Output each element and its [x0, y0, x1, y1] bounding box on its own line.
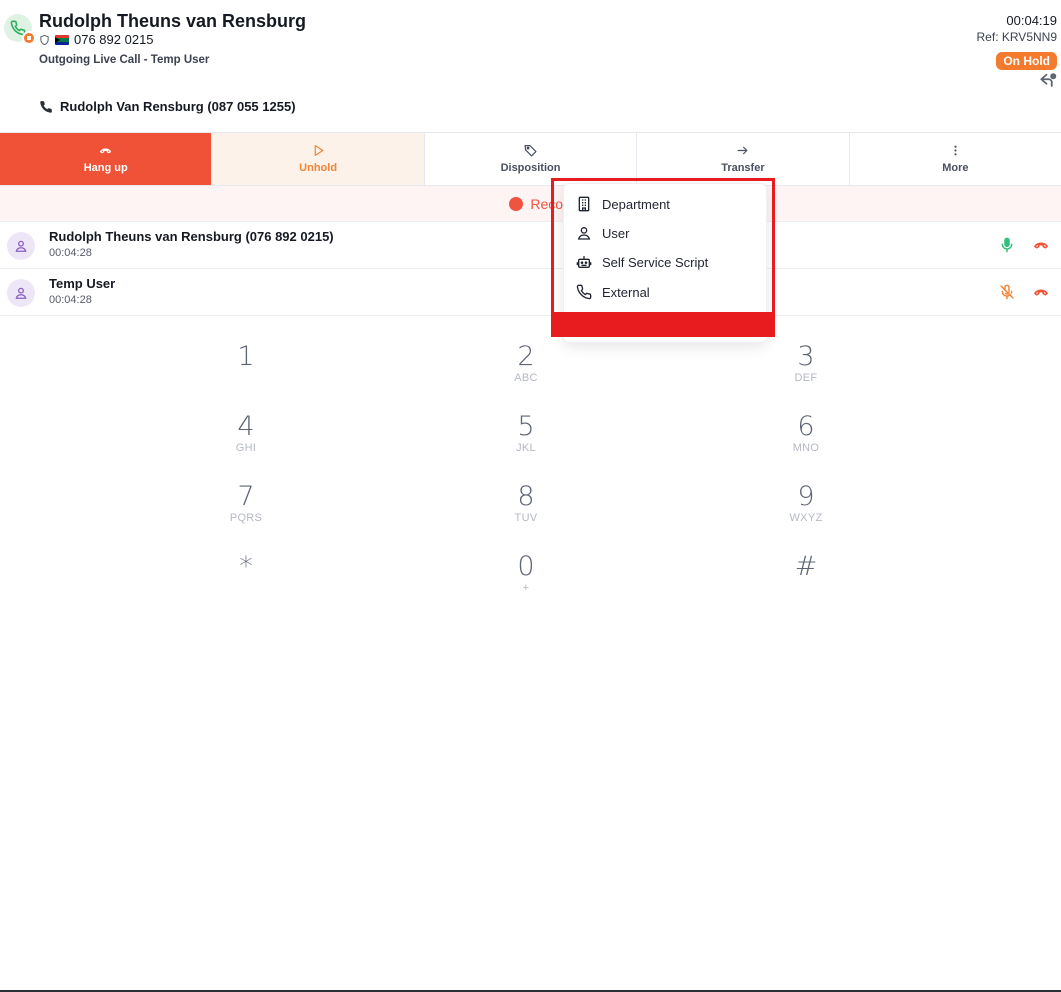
key-digit: #	[794, 551, 818, 582]
key-digit: 5	[517, 411, 535, 442]
key-digit: 0	[517, 551, 535, 582]
participant-row: Temp User 00:04:28	[0, 269, 1061, 316]
contact-line[interactable]: Rudolph Van Rensburg (087 055 1255)	[39, 99, 296, 114]
keypad-key-9[interactable]: 9 WXYZ	[756, 481, 856, 525]
key-digit: 6	[797, 411, 815, 442]
play-icon	[314, 145, 324, 156]
key-letters: WXYZ	[789, 512, 823, 524]
key-letters: MNO	[792, 442, 820, 454]
hang-up-button[interactable]: Hang up	[0, 133, 213, 185]
keypad-key-6[interactable]: 6 MNO	[756, 411, 856, 455]
call-header: Rudolph Theuns van Rensburg 076 892 0215…	[0, 0, 1061, 132]
hangup-icon[interactable]	[1031, 237, 1051, 253]
key-digit: 3	[797, 341, 815, 372]
more-vertical-icon	[954, 145, 957, 156]
keypad-key-3[interactable]: 3 DEF	[756, 341, 856, 385]
phone-icon	[576, 284, 592, 300]
recording-status-bar: Recording is on	[0, 186, 1061, 222]
key-letters: DEF	[794, 372, 818, 384]
user-avatar-icon	[7, 232, 35, 260]
status-badge: On Hold	[996, 52, 1057, 70]
key-digit: 2	[517, 341, 535, 372]
call-timer: 00:04:19	[1006, 13, 1057, 28]
arrow-right-icon	[737, 146, 748, 155]
call-reference: Ref: KRV5NN9	[976, 30, 1057, 44]
transfer-label: Transfer	[721, 162, 765, 174]
key-letters: ABC	[514, 372, 538, 384]
caller-number-row: 076 892 0215	[39, 32, 154, 47]
keypad-key-1[interactable]: 1	[196, 342, 296, 372]
key-digit: 8	[517, 481, 535, 512]
key-digit: 4	[237, 411, 255, 442]
user-icon	[577, 227, 591, 240]
microphone-off-icon[interactable]	[999, 284, 1015, 300]
robot-icon	[576, 256, 592, 268]
call-subtitle: Outgoing Live Call - Temp User	[39, 54, 210, 66]
menu-item-external[interactable]: External	[576, 284, 650, 300]
caller-name: Rudolph Theuns van Rensburg	[39, 11, 307, 31]
hold-indicator-icon	[22, 31, 36, 45]
participant-name: Temp User	[49, 276, 116, 291]
key-letters: TUV	[514, 512, 538, 524]
key-letters: JKL	[516, 442, 536, 454]
tag-icon	[524, 145, 537, 157]
menu-item-user[interactable]: User	[576, 225, 629, 241]
key-digit: *	[239, 551, 253, 582]
caller-number: 076 892 0215	[74, 32, 154, 47]
disposition-label: Disposition	[500, 162, 561, 174]
unhold-label: Unhold	[299, 162, 338, 174]
keypad-key-0[interactable]: 0 +	[476, 551, 576, 595]
keypad-key-7[interactable]: 7 PQRS	[196, 481, 296, 525]
keypad-key-2[interactable]: 2 ABC	[476, 341, 576, 385]
hangup-icon	[99, 148, 112, 154]
keypad-key-8[interactable]: 8 TUV	[476, 481, 576, 525]
user-avatar-icon	[7, 279, 35, 307]
shield-icon	[39, 34, 50, 46]
key-digit: 9	[797, 481, 815, 512]
menu-item-self-service-script[interactable]: Self Service Script	[576, 254, 708, 270]
keypad-key-5[interactable]: 5 JKL	[476, 411, 576, 455]
building-icon	[578, 196, 590, 212]
key-digit: 7	[237, 481, 255, 512]
south-africa-flag-icon	[55, 34, 69, 45]
call-status-avatar	[4, 14, 36, 45]
participant-row: Rudolph Theuns van Rensburg (076 892 021…	[0, 222, 1061, 269]
menu-item-label: Self Service Script	[602, 254, 709, 270]
keypad-key-star[interactable]: *	[196, 552, 296, 582]
key-letters: GHI	[235, 442, 257, 454]
hang-up-label: Hang up	[83, 162, 128, 174]
participant-time: 00:04:28	[49, 294, 92, 306]
participant-time: 00:04:28	[49, 247, 92, 259]
menu-item-label: Department	[602, 196, 670, 212]
phone-icon	[40, 100, 52, 113]
disposition-button[interactable]: Disposition	[425, 133, 638, 185]
keypad-key-hash[interactable]: #	[756, 552, 856, 582]
more-button[interactable]: More	[850, 133, 1061, 185]
hangup-icon[interactable]	[1031, 284, 1051, 300]
highlight-annotation-bar	[551, 312, 775, 337]
menu-item-label: External	[602, 284, 650, 300]
key-digit: 1	[237, 341, 255, 372]
recording-dot-icon	[509, 196, 524, 211]
key-letters: +	[522, 582, 530, 594]
key-letters: PQRS	[229, 512, 263, 524]
contact-label: Rudolph Van Rensburg (087 055 1255)	[60, 99, 296, 114]
menu-item-department[interactable]: Department	[576, 196, 670, 212]
more-label: More	[942, 162, 969, 174]
unhold-button[interactable]: Unhold	[212, 133, 425, 185]
transfer-back-icon[interactable]	[1039, 72, 1057, 88]
keypad-key-4[interactable]: 4 GHI	[196, 411, 296, 455]
microphone-icon[interactable]	[999, 237, 1015, 253]
call-action-bar: Hang up Unhold Disposition Transfer More	[0, 132, 1061, 186]
transfer-button[interactable]: Transfer	[637, 133, 850, 185]
menu-item-label: User	[602, 225, 630, 241]
participant-name: Rudolph Theuns van Rensburg (076 892 021…	[49, 229, 334, 244]
